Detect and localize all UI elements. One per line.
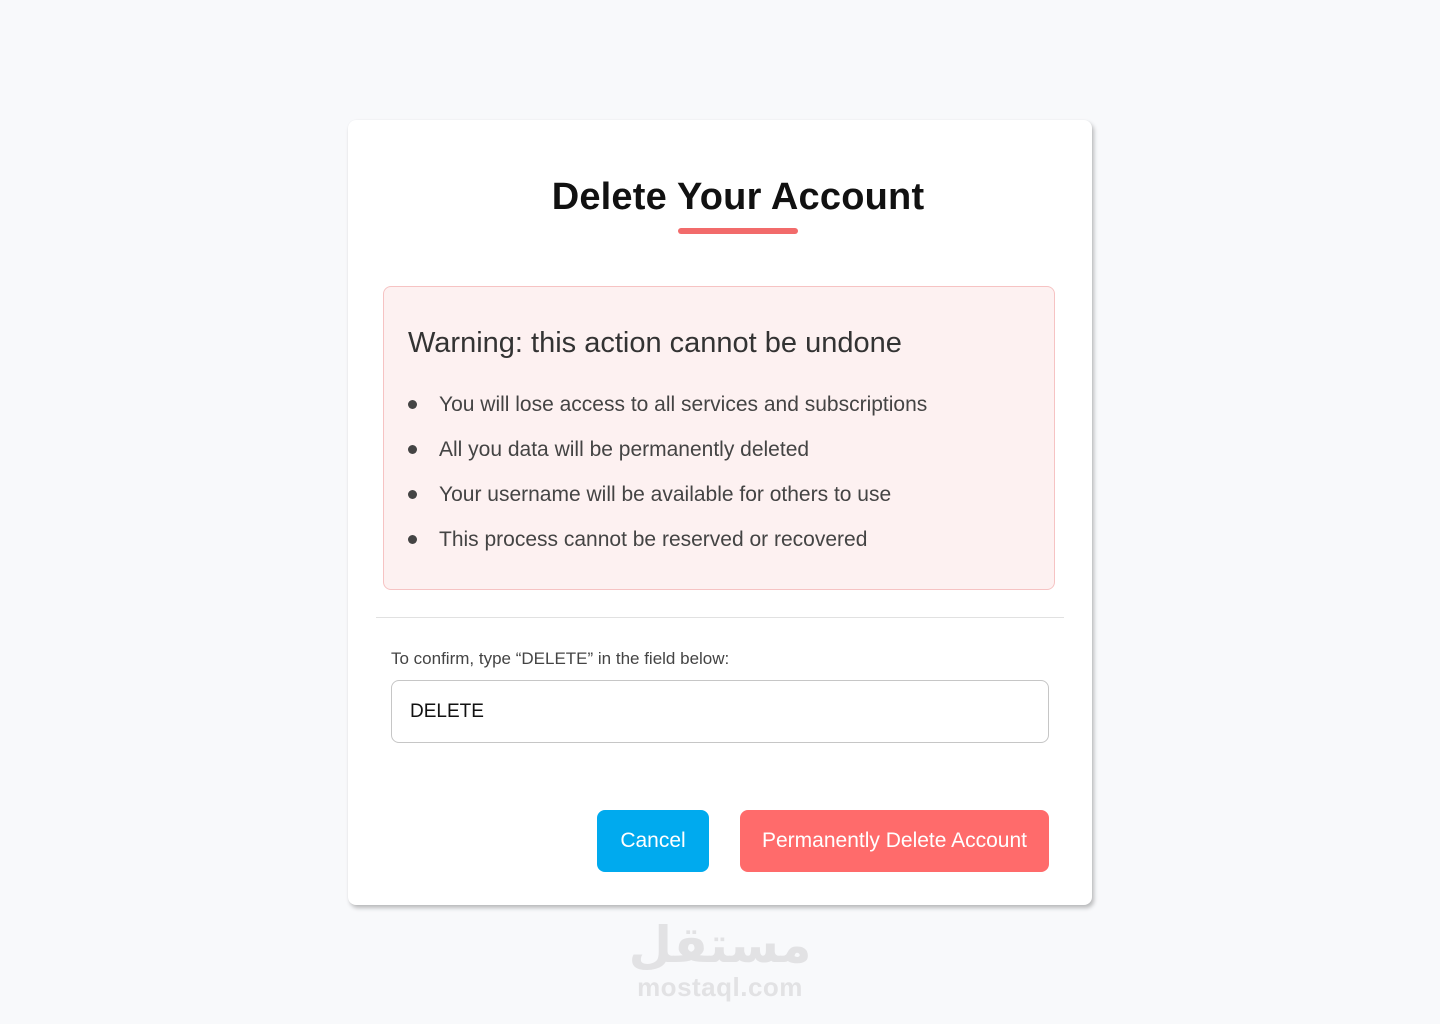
warning-item-text: All you data will be permanently deleted [439,438,810,461]
warning-item: Your username will be available for othe… [408,480,927,525]
watermark-logo: مستقل [628,916,812,974]
warning-title: Warning: this action cannot be undone [408,327,902,359]
bullet-icon [408,400,417,409]
confirm-label: To confirm, type “DELETE” in the field b… [391,649,730,668]
watermark-domain: mostaql.com [637,972,803,1002]
warning-item: You will lose access to all services and… [408,390,927,435]
confirm-delete-input[interactable] [391,680,1049,743]
watermark: مستقل mostaql.com [620,918,820,1002]
warning-list: You will lose access to all services and… [408,390,927,570]
warning-item-text: You will lose access to all services and… [439,393,928,416]
title-underline [678,228,798,234]
warning-box: Warning: this action cannot be undone Yo… [383,286,1055,590]
warning-item-text: This process cannot be reserved or recov… [439,528,868,551]
section-divider [376,617,1064,618]
bullet-icon [408,535,417,544]
bullet-icon [408,445,417,454]
delete-account-dialog: Delete Your Account Warning: this action… [348,120,1092,905]
warning-item: This process cannot be reserved or recov… [408,525,927,570]
warning-item: All you data will be permanently deleted [408,435,927,480]
cancel-button[interactable]: Cancel [597,810,709,872]
permanently-delete-button[interactable]: Permanently Delete Account [740,810,1049,872]
bullet-icon [408,490,417,499]
warning-item-text: Your username will be available for othe… [439,483,892,506]
dialog-title: Delete Your Account [551,176,925,218]
